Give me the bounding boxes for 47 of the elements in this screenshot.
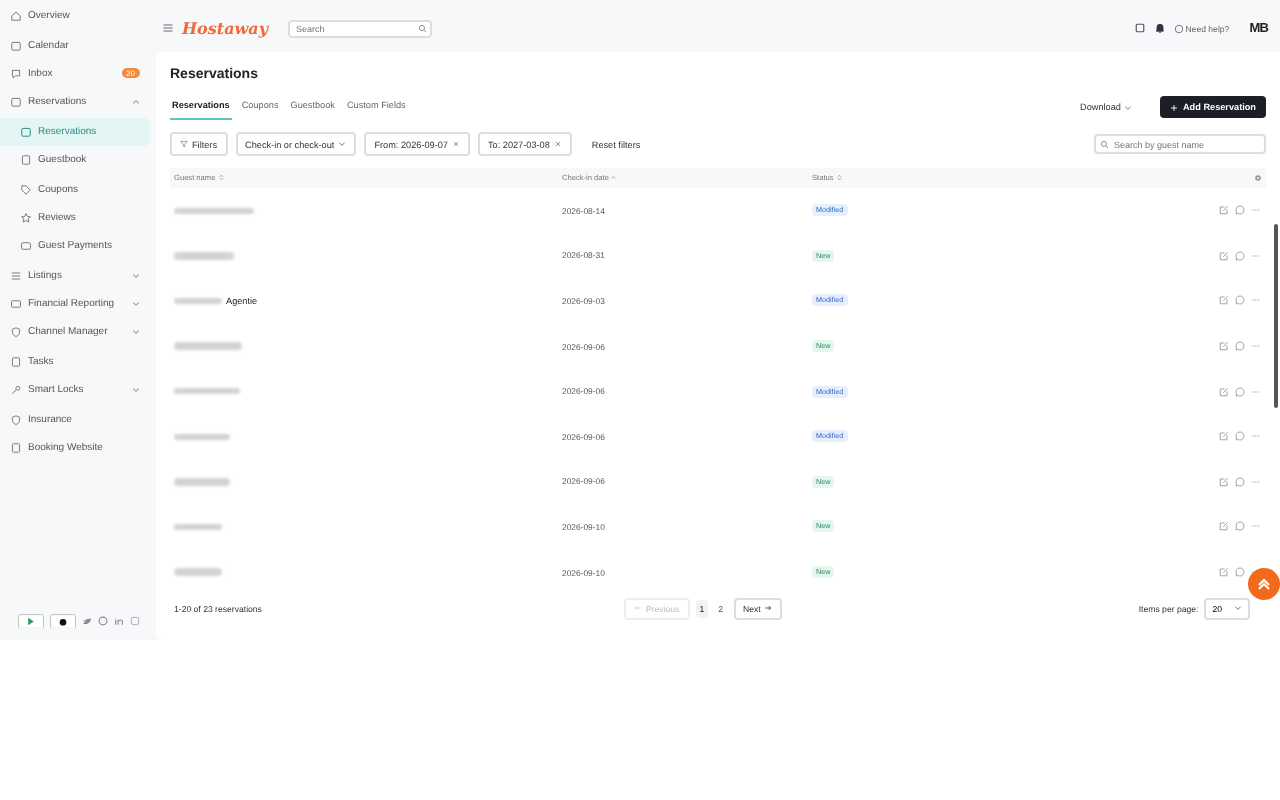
edit-icon[interactable]	[1218, 520, 1230, 533]
apple-store-icon[interactable]	[50, 613, 76, 628]
card-icon	[20, 240, 32, 253]
edit-icon[interactable]	[1218, 566, 1230, 579]
shield-icon	[10, 326, 22, 339]
list-icon	[10, 269, 22, 282]
help-icon	[1173, 23, 1184, 33]
message-icon[interactable]	[1234, 294, 1246, 307]
card-icon	[10, 298, 22, 311]
chevron-icon	[1124, 103, 1133, 111]
doc-icon	[10, 442, 22, 455]
settings-icon[interactable]	[1254, 174, 1262, 182]
edit-icon[interactable]	[1218, 204, 1230, 217]
menu-icon[interactable]	[162, 22, 174, 34]
plus-icon	[1170, 103, 1179, 111]
shield-icon	[10, 413, 22, 426]
search-icon	[1100, 139, 1109, 149]
message-icon[interactable]	[1234, 385, 1246, 398]
edit-icon[interactable]	[1218, 475, 1230, 488]
edit-icon[interactable]	[1218, 249, 1230, 262]
bird-icon[interactable]	[82, 615, 92, 626]
arrow-right-icon	[764, 604, 773, 613]
edit-icon[interactable]	[1218, 430, 1230, 443]
star-icon	[20, 211, 32, 224]
message-icon[interactable]	[1234, 249, 1246, 262]
message-icon[interactable]	[1234, 566, 1246, 579]
bell-icon[interactable]	[1153, 22, 1166, 34]
scroll-up-button[interactable]	[1248, 568, 1280, 600]
search-icon	[418, 23, 427, 33]
scrollbar[interactable]	[1274, 224, 1278, 408]
edit-icon[interactable]	[1218, 340, 1230, 353]
message-icon[interactable]	[1234, 204, 1246, 217]
doc-icon	[10, 355, 22, 368]
edit-icon[interactable]	[1218, 385, 1230, 398]
message-icon[interactable]	[1234, 520, 1246, 533]
filter-icon	[180, 140, 188, 148]
message-icon[interactable]	[1234, 430, 1246, 443]
chat-icon	[10, 67, 22, 80]
linkedin-icon[interactable]	[114, 615, 124, 626]
message-icon[interactable]	[1234, 475, 1246, 488]
chevron-icon	[338, 140, 347, 148]
key-icon	[10, 384, 22, 397]
edit-icon[interactable]	[1218, 294, 1230, 307]
tag-icon	[20, 183, 32, 196]
message-icon[interactable]	[1234, 340, 1246, 353]
home-icon	[10, 10, 22, 23]
doc-icon	[20, 154, 32, 167]
